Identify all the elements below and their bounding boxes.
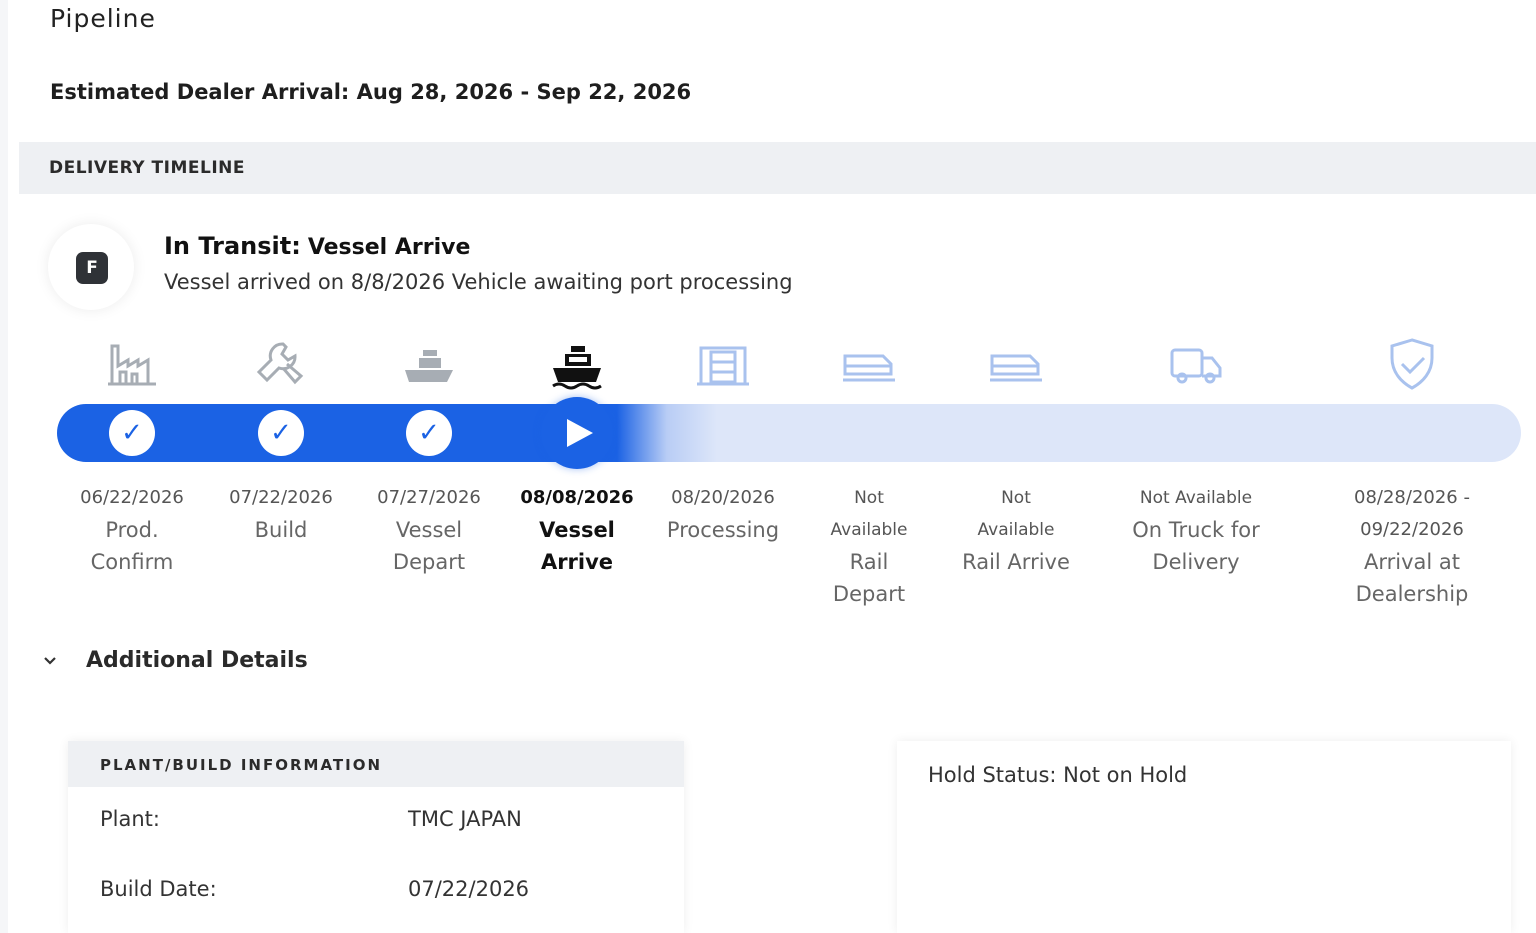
step-date: Not Available xyxy=(830,488,908,540)
play-icon xyxy=(567,419,593,447)
additional-details-toggle[interactable]: Additional Details xyxy=(86,648,308,673)
ship-arrive-icon xyxy=(549,336,605,392)
step-label: Prod. Confirm xyxy=(90,518,174,574)
estimated-arrival: Estimated Dealer Arrival: Aug 28, 2026 -… xyxy=(50,80,692,104)
timeline-step-arrival-at-dealership: 08/28/2026 - 09/22/2026 Arrival at Deale… xyxy=(1337,482,1487,610)
hold-status-panel: Hold Status: Not on Hold xyxy=(897,741,1511,933)
status-letter-icon: F xyxy=(76,252,108,284)
plant-label: Plant: xyxy=(100,807,160,831)
timeline-step-on-truck: Not Available On Truck for Delivery xyxy=(1111,482,1281,578)
rail-depart-icon xyxy=(841,336,897,392)
step-label: On Truck for Delivery xyxy=(1132,518,1260,574)
status-prefix: In Transit: xyxy=(164,232,301,260)
page-title: Pipeline xyxy=(50,4,156,33)
step-label: Rail Depart xyxy=(832,550,906,606)
step-date: Not Available xyxy=(977,488,1055,540)
step-label: Processing xyxy=(666,518,780,542)
wrench-icon xyxy=(253,336,309,392)
step-date: 08/08/2026 xyxy=(520,487,634,508)
timeline-step-rail-arrive: Not Available Rail Arrive xyxy=(941,482,1091,578)
truck-icon xyxy=(1168,336,1224,392)
step-complete-check-icon: ✓ xyxy=(406,410,452,456)
chevron-down-icon[interactable] xyxy=(40,650,60,670)
step-label: Build xyxy=(254,518,308,542)
step-date: Not Available xyxy=(1139,488,1253,508)
rail-arrive-icon xyxy=(988,336,1044,392)
status-heading: In Transit: Vessel Arrive xyxy=(164,232,470,260)
build-date-label: Build Date: xyxy=(100,877,217,901)
plant-build-panel-header: PLANT/BUILD INFORMATION xyxy=(68,741,684,787)
step-date: 06/22/2026 xyxy=(80,487,184,508)
status-badge: F xyxy=(48,224,134,310)
factory-icon xyxy=(104,336,160,392)
timeline-step-rail-depart: Not Available Rail Depart xyxy=(794,482,944,610)
build-date-value: 07/22/2026 xyxy=(408,877,530,901)
plant-value: TMC JAPAN xyxy=(408,807,522,831)
timeline-step-processing: 08/20/2026 Processing xyxy=(648,482,798,546)
delivery-timeline-title: DELIVERY TIMELINE xyxy=(49,158,245,178)
page-edge xyxy=(0,0,8,933)
hold-status: Hold Status: Not on Hold xyxy=(928,763,1188,787)
current-step-marker xyxy=(541,397,613,469)
step-label: Vessel Depart xyxy=(392,518,466,574)
step-complete-check-icon: ✓ xyxy=(109,410,155,456)
ship-depart-icon xyxy=(401,336,457,392)
step-date: 07/27/2026 xyxy=(377,487,481,508)
status-stage: Vessel Arrive xyxy=(307,235,471,260)
timeline-step-vessel-depart: 07/27/2026 Vessel Depart xyxy=(354,482,504,578)
plant-build-panel: PLANT/BUILD INFORMATION Plant: TMC JAPAN… xyxy=(68,741,684,933)
shield-check-icon xyxy=(1384,336,1440,392)
status-description: Vessel arrived on 8/8/2026 Vehicle await… xyxy=(164,270,793,294)
step-complete-check-icon: ✓ xyxy=(258,410,304,456)
step-date: 08/20/2026 xyxy=(671,487,775,508)
delivery-timeline-header: DELIVERY TIMELINE xyxy=(19,142,1536,194)
step-date: 07/22/2026 xyxy=(229,487,333,508)
step-label: Rail Arrive xyxy=(962,550,1070,574)
timeline-step-build: 07/22/2026 Build xyxy=(206,482,356,546)
timeline-step-prod-confirm: 06/22/2026 Prod. Confirm xyxy=(57,482,207,578)
processing-icon xyxy=(695,336,751,392)
step-date: 08/28/2026 - 09/22/2026 xyxy=(1354,487,1470,540)
timeline-step-vessel-arrive: 08/08/2026 Vessel Arrive xyxy=(502,482,652,578)
step-label: Vessel Arrive xyxy=(539,518,615,574)
plant-build-panel-title: PLANT/BUILD INFORMATION xyxy=(100,756,383,774)
step-label: Arrival at Dealership xyxy=(1355,550,1469,606)
